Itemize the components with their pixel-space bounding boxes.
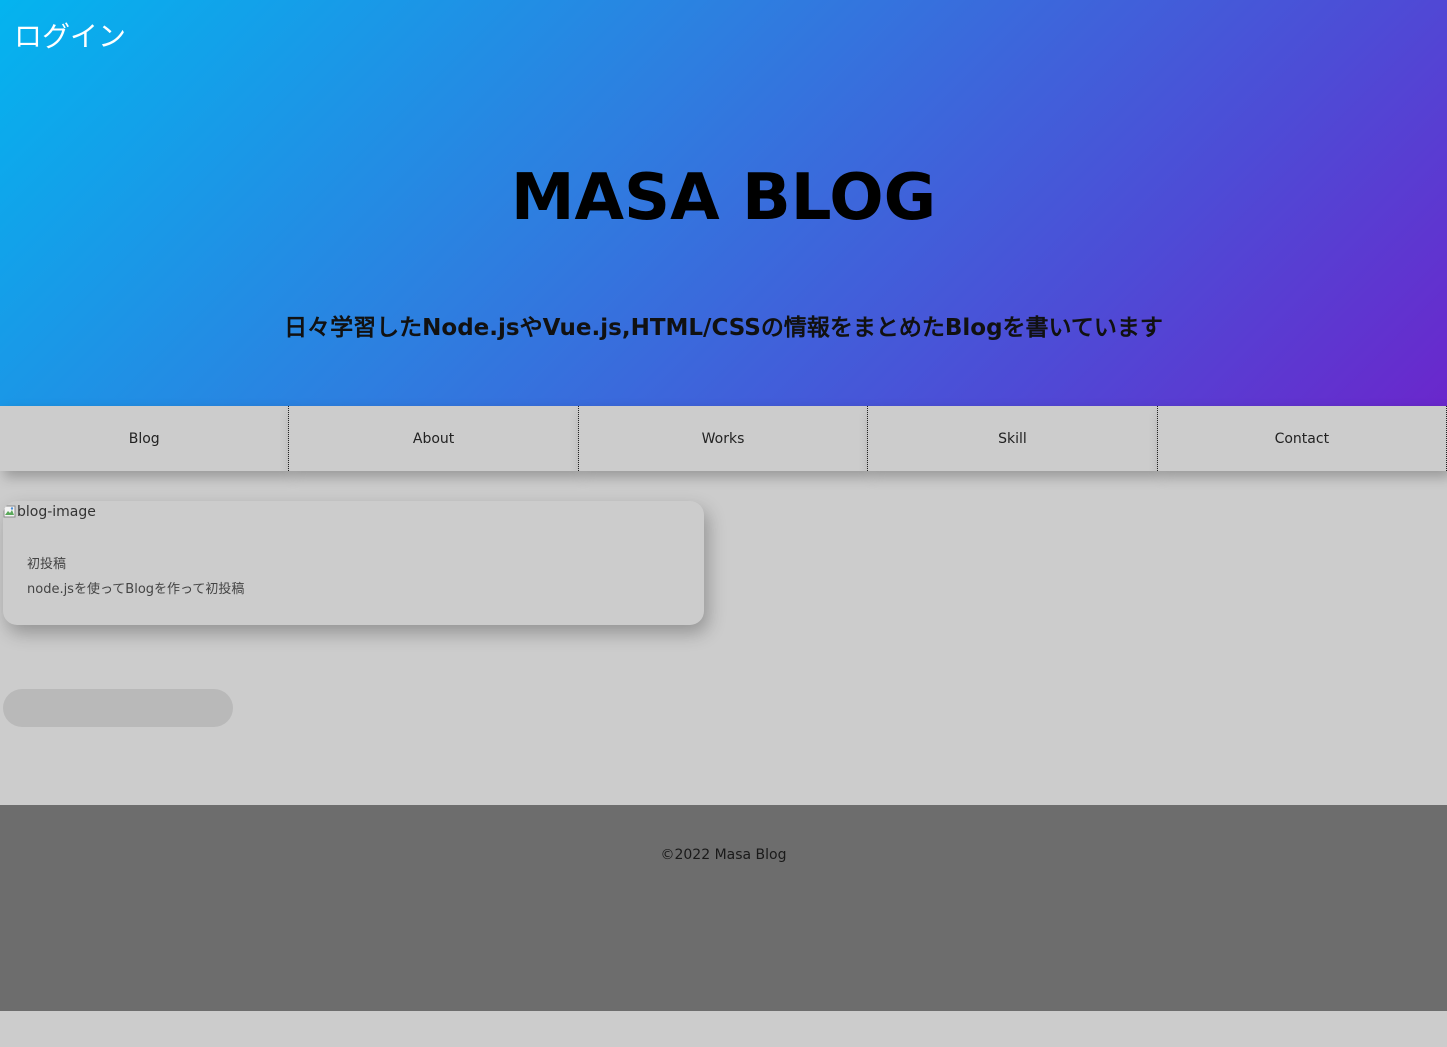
site-title: MASA BLOG [510, 161, 937, 235]
blog-image-alt: blog-image [17, 504, 96, 520]
site-subtitle: 日々学習したNode.jsやVue.js,HTML/CSSの情報をまとめたBlo… [284, 315, 1163, 341]
main-nav: Blog About Works Skill Contact [0, 406, 1447, 471]
blog-post-card[interactable]: blog-image 初投稿 node.jsを使ってBlogを作って初投稿 [3, 501, 704, 625]
login-link[interactable]: ログイン [14, 20, 126, 54]
nav-item-contact[interactable]: Contact [1157, 406, 1447, 471]
nav-item-blog[interactable]: Blog [0, 406, 290, 471]
nav-item-about[interactable]: About [289, 406, 579, 471]
blog-image: blog-image [3, 504, 96, 520]
broken-image-icon [3, 505, 17, 519]
pagination-button[interactable] [3, 689, 233, 727]
site-footer: ©2022 Masa Blog [0, 805, 1447, 1011]
nav-item-skill[interactable]: Skill [868, 406, 1158, 471]
post-title: 初投稿 [27, 557, 67, 572]
copyright-text: ©2022 Masa Blog [660, 847, 787, 863]
nav-item-works[interactable]: Works [578, 406, 869, 471]
post-description: node.jsを使ってBlogを作って初投稿 [27, 582, 245, 597]
hero-header: ログイン MASA BLOG 日々学習したNode.jsやVue.js,HTML… [0, 0, 1447, 406]
